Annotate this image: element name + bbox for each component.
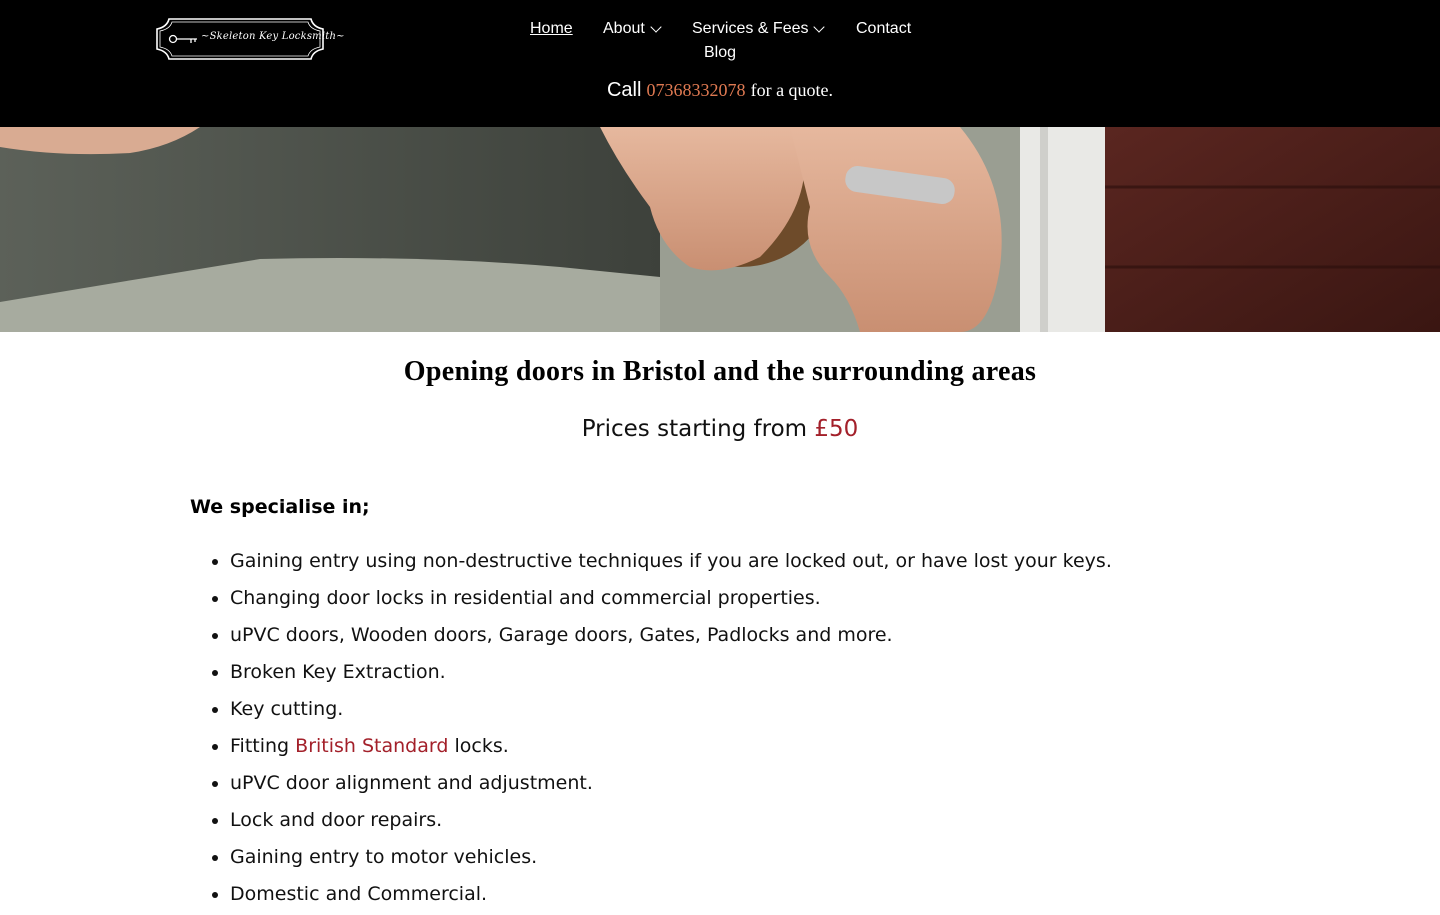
page-headline: Opening doors in Bristol and the surroun… [403,356,1037,387]
prices-line: Prices starting from £50 [0,416,1440,442]
nav-services-label: Services & Fees [692,20,809,37]
british-standard-link[interactable]: British Standard [295,735,448,757]
nav-blog[interactable]: Blog [704,44,736,62]
nav-home-label: Home [530,20,573,37]
list-item: Changing door locks in residential and c… [230,582,1112,619]
nav-contact[interactable]: Contact [856,20,911,38]
site-logo[interactable]: ~Skeleton Key Locksmith~ [155,17,345,61]
nav-services-fees[interactable]: Services & Fees [692,20,826,38]
hero-image [0,127,1440,332]
list-item-text: locks. [454,735,509,757]
list-item: uPVC doors, Wooden doors, Garage doors, … [230,619,1112,656]
call-prefix: Call [606,79,642,101]
hands-picking-lock-photo [0,127,1440,332]
list-item: Domestic and Commercial. [230,878,1112,915]
main-nav: Home About Services & Fees Contact Blog [500,16,940,66]
list-item: uPVC door alignment and adjustment. [230,767,1112,804]
specialise-heading: We specialise in; [190,496,370,518]
nav-blog-label: Blog [704,44,737,61]
nav-home[interactable]: Home [530,20,573,38]
list-item: Broken Key Extraction. [230,656,1112,693]
nav-about-label: About [603,20,645,37]
call-bar: Call 07368332078 for a quote. [0,79,1440,102]
list-item: Fitting British Standard locks. [230,730,1112,767]
services-list: Gaining entry using non-destructive tech… [190,545,1112,915]
logo-text: ~Skeleton Key Locksmith~ [201,31,345,42]
list-item: Lock and door repairs. [230,804,1112,841]
site-header: ~Skeleton Key Locksmith~ Home About Serv… [0,0,1440,127]
list-item: Key cutting. [230,693,1112,730]
prices-prefix: Prices starting from [581,416,808,442]
chevron-down-icon [650,21,662,33]
phone-link[interactable]: 07368332078 [646,80,745,100]
price-value: £50 [814,416,859,442]
nav-contact-label: Contact [856,20,912,37]
list-item: Gaining entry to motor vehicles. [230,841,1112,878]
call-suffix: for a quote. [750,80,834,100]
nav-about[interactable]: About [603,20,662,38]
list-item: Gaining entry using non-destructive tech… [230,545,1112,582]
chevron-down-icon [813,21,826,33]
list-item-text: Fitting [230,735,290,757]
